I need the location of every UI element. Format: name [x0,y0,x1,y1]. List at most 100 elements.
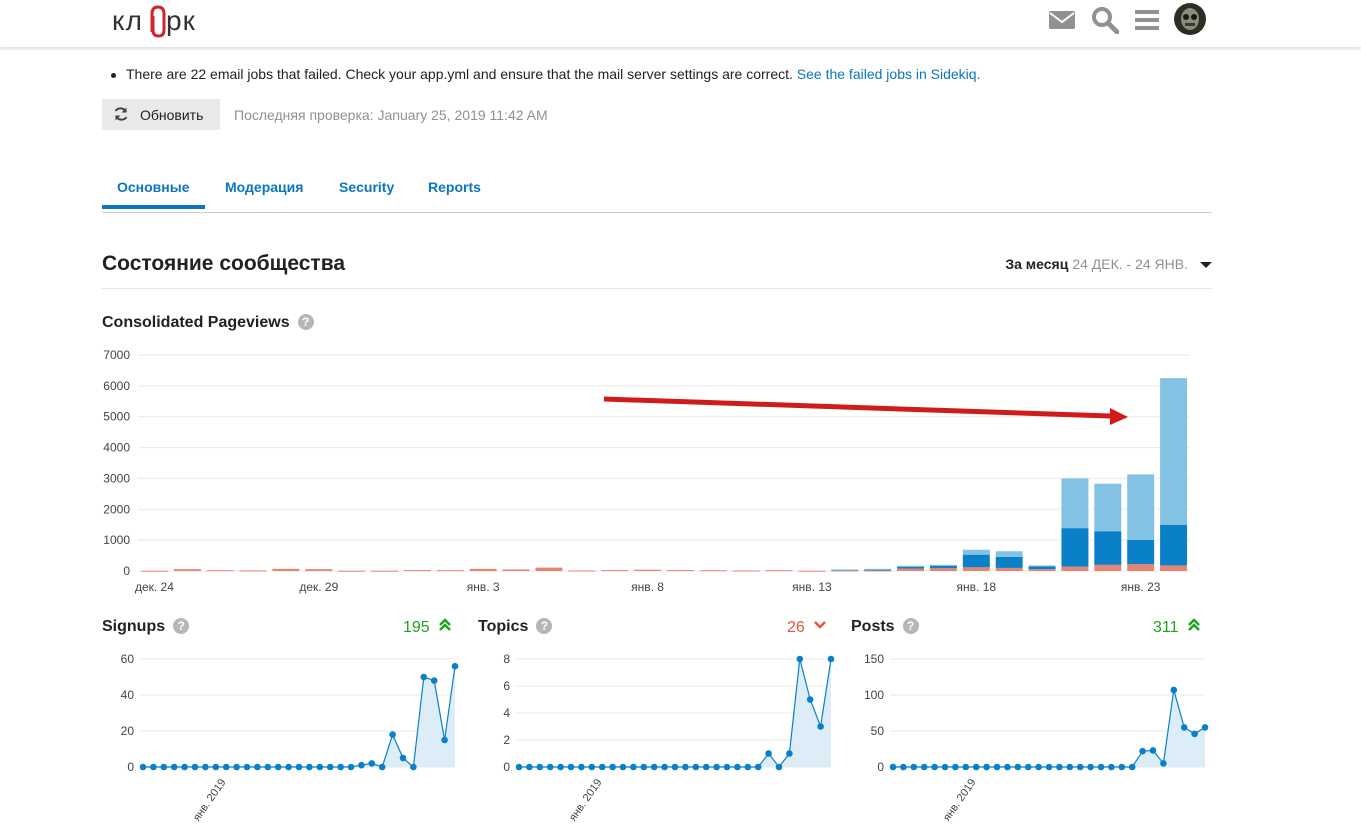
signups-title: Signups [102,618,166,635]
data-point [212,763,220,771]
bar-segment [239,570,267,572]
data-point [786,750,793,757]
y-tick-label: 4 [503,706,510,720]
series-line [893,689,1206,768]
x-tick-label: дек. 29 [299,580,338,594]
bar-segment [897,566,925,569]
red-arrow-annotation [603,396,1128,425]
bar-segment [1160,378,1188,525]
data-point [337,763,344,771]
bar-segment [436,570,464,572]
data-point [920,763,928,771]
bar-segment [864,570,892,572]
bar-segment [469,568,497,571]
bar-segment [568,570,596,572]
tab-moderation[interactable]: Модерация [225,179,303,195]
data-point [160,763,168,771]
bar-segment [173,569,201,571]
sidekiq-link[interactable]: See the failed jobs in Sidekiq. [797,66,981,82]
bar-segment [962,554,990,568]
y-tick-label: 6 [503,679,510,693]
data-point [1024,763,1032,771]
y-tick-label: 0 [503,760,510,774]
dashboard-tabs: Основные Модерация Security Reports [102,172,1212,213]
data-point [827,655,835,663]
y-tick-label: 0 [127,760,134,774]
bar-segment [272,568,300,571]
bar-segment [371,570,399,572]
x-tick-label: янв. 2019 [941,777,979,824]
y-tick-label: 20 [121,724,135,738]
refresh-icon [114,107,128,121]
help-icon[interactable]: ? [902,618,919,634]
x-tick-label: янв. 23 [1121,580,1161,594]
data-point [1139,747,1146,755]
data-point [567,763,575,771]
data-point [441,736,448,744]
tab-reports[interactable]: Reports [428,179,481,195]
bar-segment [305,569,333,571]
pageviews-title: Consolidated Pageviews [102,314,290,331]
hamburger-menu-icon[interactable] [1133,6,1161,34]
data-point [557,763,564,771]
signups-title-wrap: Signups? [102,618,190,636]
data-point [910,763,918,771]
help-icon[interactable]: ? [173,618,190,634]
bar-segment [1094,483,1122,532]
data-point [410,763,417,771]
bar-segment [831,569,859,571]
data-point [630,763,637,771]
y-tick-label: 3000 [103,471,130,485]
data-point [1097,763,1105,771]
bar-segment [962,567,990,571]
y-tick-label: 6000 [103,379,130,393]
data-point [181,763,188,771]
data-point [1108,763,1115,771]
data-point [264,763,272,771]
y-tick-label: 150 [864,652,884,666]
y-tick-label: 40 [121,688,135,702]
topics-stat: 26 [787,618,827,637]
x-tick-label: янв. 13 [792,580,832,594]
help-icon[interactable]: ? [536,618,553,634]
user-avatar[interactable] [1174,3,1206,35]
y-tick-label: 1000 [103,533,130,547]
bar-segment [1160,524,1188,566]
data-point [430,677,438,684]
data-point [451,662,459,670]
period-selector[interactable]: За месяц 24 ДЕК. - 24 ЯНВ. [1005,256,1212,272]
signups-chart: 0 20 40 60 янв. 2019 [121,652,459,823]
data-point [347,763,355,771]
logo-image: кл рк [112,5,195,38]
data-point [744,763,752,771]
bar-segment [403,570,431,572]
last-check-text: Последняя проверка: January 25, 2019 11:… [234,107,548,123]
data-point [233,763,240,771]
envelope-icon[interactable] [1048,6,1076,34]
site-logo[interactable]: кл рк [112,2,200,49]
series-area [893,689,1205,767]
help-icon[interactable]: ? [297,314,314,330]
chevron-down-icon [814,621,827,629]
tab-security[interactable]: Security [339,179,394,195]
x-tick-label: дек. 24 [135,580,174,594]
tab-general[interactable]: Основные [102,179,205,209]
data-point [1004,763,1011,771]
bar-segment [929,565,957,569]
bar-segment [338,570,366,572]
data-point [619,763,627,771]
data-point [1045,763,1053,771]
data-point [972,763,980,771]
data-point [1056,763,1063,771]
data-point [702,763,710,771]
data-point [243,763,251,771]
topics-title-wrap: Topics? [478,618,553,636]
signups-stat: 195 [403,618,452,637]
data-point [640,763,648,771]
refresh-button[interactable]: Обновить [102,99,220,130]
bar-segment [634,569,662,571]
bar-segment [995,551,1023,557]
data-point [1035,763,1042,771]
search-icon[interactable] [1091,6,1119,34]
data-point [692,763,700,771]
